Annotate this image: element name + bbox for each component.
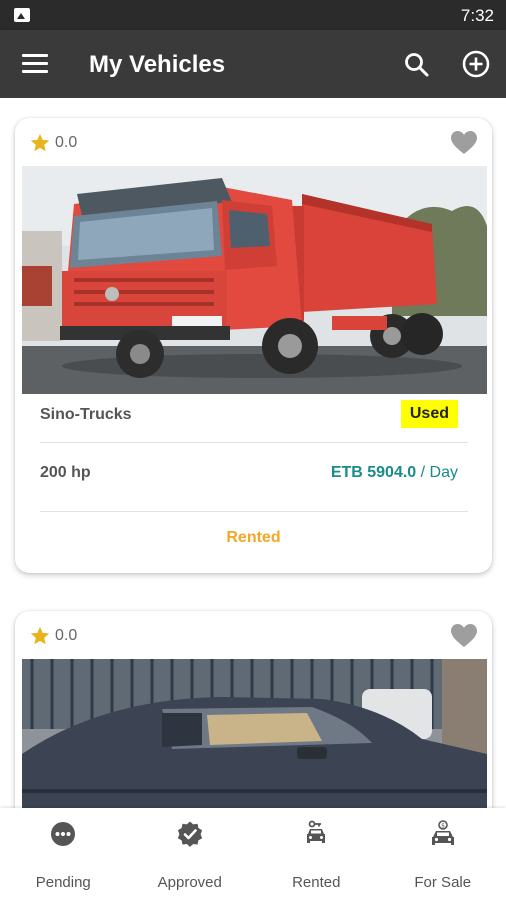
bottom-navigation: Pending Approved Rented $ For Sale [0,808,506,900]
divider [40,442,468,443]
page-title: My Vehicles [89,51,226,78]
nav-approved[interactable]: Approved [127,808,254,900]
rating: 0.0 [29,625,77,647]
svg-text:$: $ [441,822,445,829]
app-bar: My Vehicles [0,30,506,98]
nav-for-sale[interactable]: $ For Sale [380,808,506,900]
vehicle-photo-sedan [22,659,487,808]
nav-pending[interactable]: Pending [0,808,127,900]
nav-label: Approved [157,874,222,891]
menu-icon[interactable] [22,54,48,74]
car-sale-icon: $ [431,820,454,845]
vehicle-price: ETB 5904.0 / Day [331,464,458,482]
vehicle-name: Sino-Trucks [40,406,132,423]
star-icon [30,133,50,152]
nav-label: Rented [292,874,341,891]
vehicle-power: 200 hp [40,464,91,481]
vehicle-card[interactable]: 0.0 [15,118,492,573]
rating: 0.0 [29,132,77,154]
car-rental-icon [307,820,326,843]
nav-rented[interactable]: Rented [253,808,380,900]
nav-label: Pending [35,874,91,891]
condition-badge: Used [400,400,458,428]
rental-status: Rented [226,529,281,546]
rating-value: 0.0 [55,627,78,644]
vehicle-card[interactable]: 0.0 [15,611,492,808]
nav-label: For Sale [414,874,472,891]
verified-check-icon [177,821,202,847]
search-icon[interactable] [402,50,432,80]
status-time: 7:32 [460,6,494,25]
add-circle-icon[interactable] [461,49,491,79]
favorite-heart-icon[interactable] [450,130,478,156]
vehicle-photo-truck [22,166,487,394]
vehicle-list[interactable]: 0.0 Sino-Trucks Used 200 hp ETB 5904.0 /… [0,98,506,808]
price-unit: / Day [416,464,458,481]
price-amount: ETB 5904.0 [330,464,417,481]
status-bar: 7:32 [0,0,506,30]
image-icon [14,8,30,22]
more-horizontal-circle-icon [51,822,76,846]
star-icon [30,626,50,645]
rating-value: 0.0 [55,134,78,151]
divider [40,511,468,512]
favorite-heart-icon[interactable] [450,623,478,649]
